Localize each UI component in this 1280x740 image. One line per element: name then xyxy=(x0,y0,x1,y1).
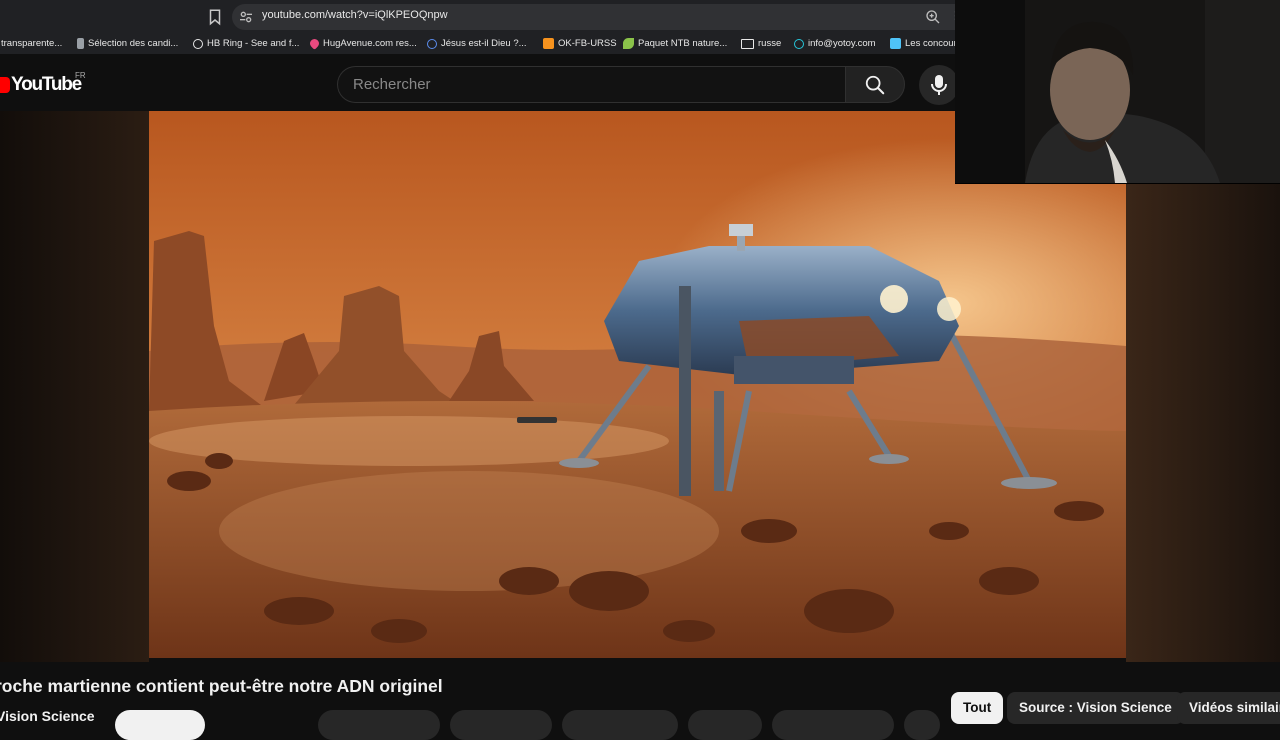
bookmark-item[interactable]: transparente... xyxy=(1,36,62,51)
bookmark-item[interactable]: HB Ring - See and f... xyxy=(193,36,299,51)
bookmark-label: russe xyxy=(758,38,782,49)
bookmark-label: HB Ring - See and f... xyxy=(207,38,300,49)
video-player[interactable] xyxy=(149,111,1126,658)
channel-name[interactable]: Vision Science xyxy=(0,708,95,724)
globe-icon xyxy=(193,38,203,49)
url-text[interactable]: youtube.com/watch?v=iQlKPEOQnpw xyxy=(262,9,448,21)
search-button[interactable] xyxy=(845,66,905,103)
browser-url-bar: youtube.com/watch?v=iQlKPEOQnpw ⋮ xyxy=(0,0,961,33)
more-actions-button[interactable] xyxy=(904,710,940,740)
bookmark-label: Paquet NTB nature... xyxy=(638,38,728,49)
webcam-overlay xyxy=(955,0,1280,184)
bookmark-item[interactable]: russe xyxy=(741,36,781,51)
doc-icon xyxy=(77,38,84,49)
bookmark-label: Jésus est-il Dieu ?... xyxy=(441,38,527,49)
like-dislike-button[interactable] xyxy=(318,710,440,740)
bookmark-item[interactable]: Sélection des candi... xyxy=(77,36,178,51)
download-button[interactable] xyxy=(562,710,678,740)
region-label: FR xyxy=(75,71,86,80)
save-button[interactable] xyxy=(772,710,894,740)
bookmark-item[interactable]: Paquet NTB nature... xyxy=(623,36,727,51)
heart-icon xyxy=(308,37,321,50)
player-ambient-right xyxy=(1126,111,1280,662)
site-settings-icon[interactable] xyxy=(238,9,254,25)
leaf-icon xyxy=(623,38,634,49)
folder-icon xyxy=(741,38,754,49)
ok-icon xyxy=(543,38,554,49)
mail-icon xyxy=(794,38,804,49)
webcam-feed xyxy=(955,0,1280,183)
bookmark-item[interactable]: Les concours xyxy=(890,36,955,51)
youtube-logo-icon[interactable] xyxy=(0,76,10,94)
chip-source[interactable]: Source : Vision Science xyxy=(1007,692,1184,724)
clip-button[interactable] xyxy=(688,710,762,740)
bookmark-item[interactable]: Jésus est-il Dieu ?... xyxy=(427,36,527,51)
search-icon xyxy=(865,75,885,94)
subscribe-button[interactable] xyxy=(115,710,205,740)
bookmark-label: Les concours xyxy=(905,38,955,49)
bookmark-star-icon[interactable] xyxy=(206,8,224,26)
search-input[interactable] xyxy=(337,66,845,103)
bookmark-label: HugAvenue.com res... xyxy=(323,38,417,49)
bookmark-item[interactable]: info@yotoy.com xyxy=(794,36,876,51)
image-icon xyxy=(890,38,901,49)
zoom-icon[interactable] xyxy=(925,9,941,25)
bookmark-item[interactable]: OK-FB-URSS xyxy=(543,36,617,51)
bookmark-label: Sélection des candi... xyxy=(88,38,179,49)
chip-all[interactable]: Tout xyxy=(951,692,1004,724)
voice-search-button[interactable] xyxy=(919,65,959,105)
video-title: roche martienne contient peut-être notre… xyxy=(0,676,443,696)
bookmark-label: OK-FB-URSS xyxy=(558,38,617,49)
share-button[interactable] xyxy=(450,710,552,740)
info-icon xyxy=(427,38,437,49)
bookmark-label: info@yotoy.com xyxy=(808,38,876,49)
bookmarks-bar: transparente... Sélection des candi... H… xyxy=(0,33,955,54)
mars-lander-video-frame xyxy=(149,111,1126,658)
youtube-logo[interactable]: YouTube xyxy=(11,74,82,96)
microphone-icon xyxy=(931,75,947,95)
bookmark-item[interactable]: HugAvenue.com res... xyxy=(308,36,417,51)
bookmark-label: transparente... xyxy=(1,38,63,49)
chip-related[interactable]: Vidéos similaire xyxy=(1177,692,1280,724)
player-ambient-left xyxy=(0,111,149,662)
